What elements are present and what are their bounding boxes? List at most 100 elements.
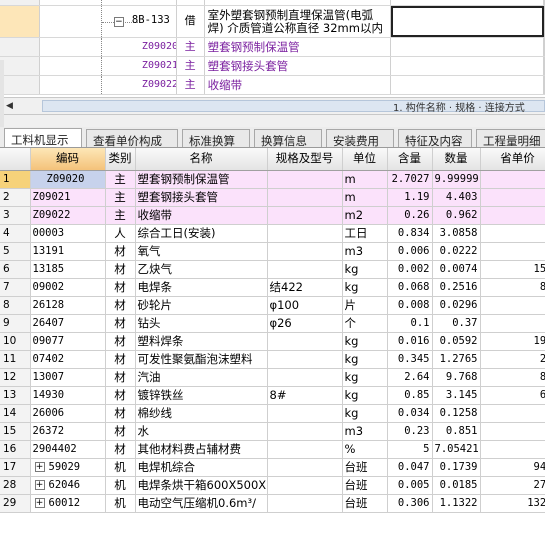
cell-code[interactable]: 26128 — [30, 296, 106, 315]
panel-splitter[interactable] — [0, 115, 545, 127]
table-row[interactable]: 1107402材可发性聚氨酯泡沫塑料 kg0.3451.276520 — [0, 350, 545, 369]
cell-content[interactable]: 0.016 — [387, 332, 433, 351]
row-number[interactable]: 16 — [0, 440, 31, 459]
row-number[interactable]: 7 — [0, 278, 31, 297]
cell-type[interactable]: 材 — [105, 386, 136, 405]
cell-name[interactable]: 可发性聚氨酯泡沫塑料 — [135, 350, 268, 369]
cell-quantity[interactable]: 0.0222 — [432, 242, 481, 261]
tree-row-z09021[interactable]: Z09021 主 塑套钢接头套管 — [0, 57, 545, 76]
cell-code[interactable]: 00003 — [30, 224, 106, 243]
header-content[interactable]: 含量 — [387, 148, 433, 171]
cell-unit[interactable]: kg — [342, 368, 388, 387]
cell-price[interactable]: 15. — [480, 260, 545, 279]
cell-spec[interactable]: 结422 — [267, 278, 343, 297]
table-row[interactable]: 613185材乙炔气 kg0.0020.007415. — [0, 260, 545, 279]
table-row[interactable]: 1314930材镀锌铁丝8#kg0.853.1456. — [0, 386, 545, 405]
cell-code[interactable]: 13191 — [30, 242, 106, 261]
collapse-toggle-icon[interactable]: − — [113, 16, 124, 27]
cell-name[interactable]: 塑套钢预制保温管 — [135, 170, 268, 189]
tree-row-z09020[interactable]: Z09020 主 塑套钢预制保温管 — [0, 38, 545, 57]
cell-unit[interactable]: kg — [342, 404, 388, 423]
cell-unit[interactable]: m3 — [342, 242, 388, 261]
table-row[interactable]: 1009077材塑料焊条 kg0.0160.059219. — [0, 332, 545, 351]
cell-code[interactable]: 13185 — [30, 260, 106, 279]
row-number[interactable]: 14 — [0, 404, 31, 423]
cell-unit[interactable]: m2 — [342, 206, 388, 225]
cell-content[interactable]: 0.1 — [387, 314, 433, 333]
cell-name[interactable]: 镀锌铁丝 — [135, 386, 268, 405]
cell-spec[interactable]: φ100 — [267, 296, 343, 315]
cell-content[interactable]: 0.034 — [387, 404, 433, 423]
cell-content[interactable]: 2.64 — [387, 368, 433, 387]
cell-unit[interactable]: m3 — [342, 422, 388, 441]
cell-unit[interactable]: 片 — [342, 296, 388, 315]
cell-code[interactable]: 13007 — [30, 368, 106, 387]
cell-name[interactable]: 棉纱线 — [135, 404, 268, 423]
cell-name[interactable]: 氧气 — [135, 242, 268, 261]
expand-toggle-icon[interactable]: + — [34, 479, 45, 490]
cell-price[interactable] — [480, 224, 545, 243]
cell-name[interactable]: 水 — [135, 422, 268, 441]
cell-price[interactable] — [480, 296, 545, 315]
cell-content[interactable]: 2.7027 — [387, 170, 433, 189]
cell-type[interactable]: 材 — [105, 422, 136, 441]
cell-type[interactable]: 机 — [105, 458, 136, 477]
cell-price[interactable]: 8. — [480, 278, 545, 297]
cell-name[interactable]: 钻头 — [135, 314, 268, 333]
cell-quantity[interactable]: 0.1258 — [432, 404, 481, 423]
table-row[interactable]: 1213007材汽油 kg2.649.7688. — [0, 368, 545, 387]
cell-content[interactable]: 0.005 — [387, 476, 433, 495]
cell-quantity[interactable]: 1.1322 — [432, 494, 481, 513]
row-number[interactable]: 12 — [0, 368, 31, 387]
cell-code[interactable]: Z09022 — [30, 206, 106, 225]
cell-content[interactable]: 1.19 — [387, 188, 433, 207]
cell-name[interactable]: 收缩带 — [135, 206, 268, 225]
row-number[interactable]: 5 — [0, 242, 31, 261]
cell-type[interactable]: 机 — [105, 494, 136, 513]
cell-code[interactable]: 2904402 — [30, 440, 106, 459]
cell-spec[interactable] — [267, 440, 343, 459]
cell-spec[interactable] — [267, 476, 343, 495]
cell-name[interactable]: 乙炔气 — [135, 260, 268, 279]
cell-price[interactable]: 94. — [480, 458, 545, 477]
cell-type[interactable]: 材 — [105, 440, 136, 459]
cell-spec[interactable] — [267, 458, 343, 477]
cell-price[interactable]: 6. — [480, 386, 545, 405]
row-number[interactable]: 9 — [0, 314, 31, 333]
cell-content[interactable]: 0.068 — [387, 278, 433, 297]
tab-conversion-info[interactable]: 换算信息 — [254, 129, 322, 147]
cell-name[interactable]: 电焊条烘干箱600X500X — [135, 476, 268, 495]
cell-code[interactable]: 07402 — [30, 350, 106, 369]
header-name[interactable]: 名称 — [135, 148, 268, 171]
cell-type[interactable]: 材 — [105, 260, 136, 279]
table-row[interactable]: 1526372材水 m30.230.8514 — [0, 422, 545, 441]
cell-unit[interactable]: kg — [342, 332, 388, 351]
tab-quantity-details[interactable]: 工程量明细 — [476, 129, 545, 147]
expand-toggle-icon[interactable]: + — [34, 497, 45, 508]
cell-unit[interactable]: % — [342, 440, 388, 459]
cell-unit[interactable]: kg — [342, 350, 388, 369]
cell-quantity[interactable]: 0.0296 — [432, 296, 481, 315]
row-number[interactable]: 17 — [0, 458, 31, 477]
cell-name[interactable]: 电焊条 — [135, 278, 268, 297]
row-number[interactable]: 10 — [0, 332, 31, 351]
cell-code[interactable]: 26372 — [30, 422, 106, 441]
cell-content[interactable]: 0.306 — [387, 494, 433, 513]
cell-price[interactable] — [480, 206, 545, 225]
cell-content[interactable]: 0.047 — [387, 458, 433, 477]
cell-type[interactable]: 材 — [105, 296, 136, 315]
cell-quantity[interactable]: 1.2765 — [432, 350, 481, 369]
tab-material-display[interactable]: 工料机显示 — [4, 128, 82, 147]
cell-type[interactable]: 主 — [105, 170, 136, 189]
row-number[interactable]: 3 — [0, 206, 31, 225]
tree-row-z09022[interactable]: Z09022 主 收缩带 — [0, 76, 545, 95]
header-spec[interactable]: 规格及型号 — [267, 148, 343, 171]
cell-quantity[interactable]: 0.1739 — [432, 458, 481, 477]
cell-quantity[interactable]: 0.37 — [432, 314, 481, 333]
cell-content[interactable]: 0.85 — [387, 386, 433, 405]
cell-content[interactable]: 0.23 — [387, 422, 433, 441]
cell-unit[interactable]: 台班 — [342, 494, 388, 513]
cell-spec[interactable] — [267, 242, 343, 261]
row-number[interactable]: 1 — [0, 170, 31, 189]
row-number[interactable]: 4 — [0, 224, 31, 243]
